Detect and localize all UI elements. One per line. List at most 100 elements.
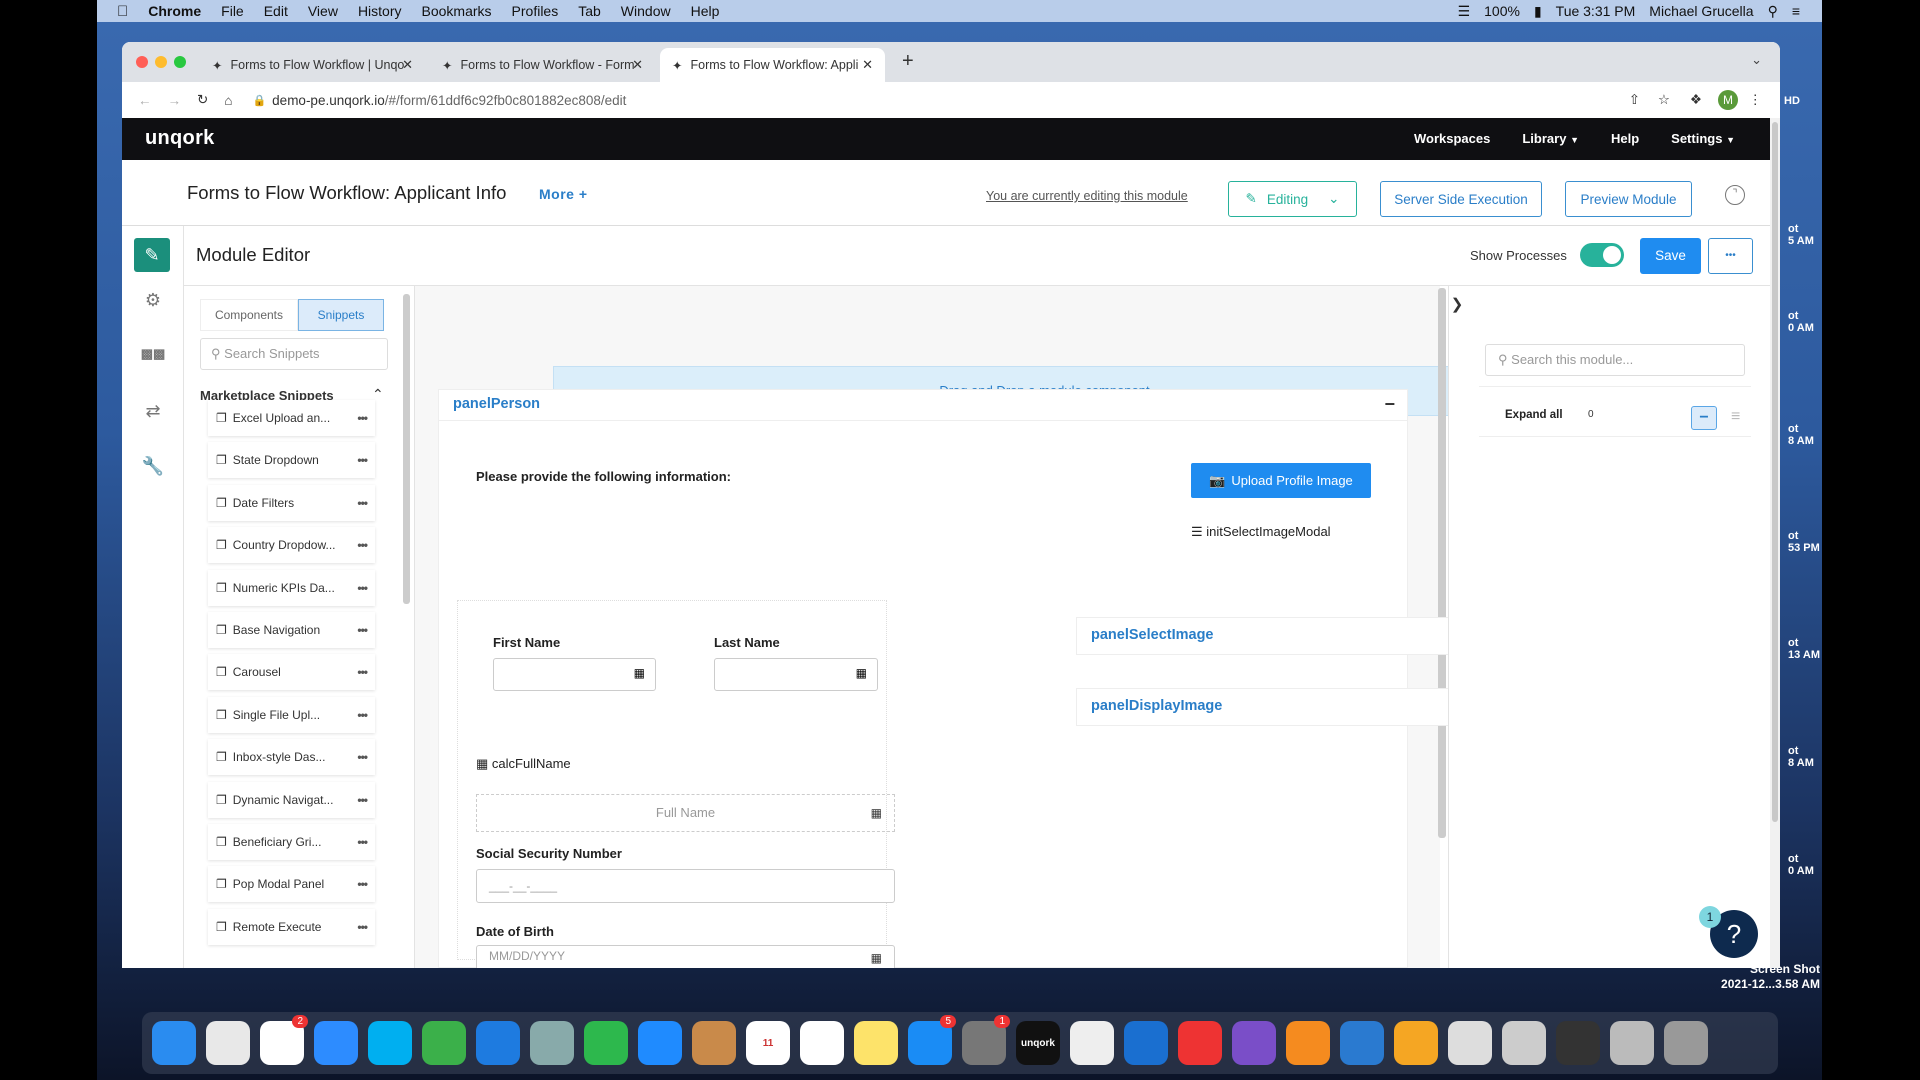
- preview-module-button[interactable]: Preview Module: [1565, 181, 1692, 217]
- panel-person-title[interactable]: panelPerson: [453, 396, 540, 412]
- forward-icon[interactable]: →: [168, 93, 182, 108]
- snippet-more-button[interactable]: •••: [357, 496, 368, 510]
- dock-messages-icon[interactable]: [638, 1021, 682, 1065]
- canvas-scrollbar[interactable]: [1438, 288, 1446, 838]
- dob-input[interactable]: MM/DD/YYYY ▦: [476, 945, 895, 968]
- snippet-more-button[interactable]: •••: [357, 453, 368, 467]
- collapse-panel-icon[interactable]: −: [1384, 394, 1395, 415]
- dock-pages-icon[interactable]: [1394, 1021, 1438, 1065]
- menu-profiles[interactable]: Profiles: [512, 3, 559, 19]
- sort-icon[interactable]: ≡: [1731, 408, 1740, 426]
- menu-history[interactable]: History: [358, 3, 402, 19]
- menu-tab[interactable]: Tab: [578, 3, 601, 19]
- snippet-item[interactable]: ❐ Inbox-style Das... •••: [208, 739, 375, 776]
- close-window-button[interactable]: [136, 56, 148, 68]
- more-options-button[interactable]: •••: [1708, 238, 1753, 274]
- snippet-more-button[interactable]: •••: [357, 581, 368, 595]
- dock-document-icon[interactable]: [1448, 1021, 1492, 1065]
- nav-workspaces[interactable]: Workspaces: [1414, 131, 1490, 146]
- menu-app-name[interactable]: Chrome: [148, 3, 201, 19]
- browser-tab[interactable]: ✦ Forms to Flow Workflow - Form ✕: [430, 48, 655, 82]
- menu-view[interactable]: View: [308, 3, 338, 19]
- tab-components[interactable]: Components: [200, 299, 298, 331]
- dock-unqork-icon[interactable]: unqork: [1016, 1021, 1060, 1065]
- snippet-item[interactable]: ❐ Country Dropdow... •••: [208, 527, 375, 564]
- dock-app-store-icon[interactable]: 5: [908, 1015, 956, 1065]
- dock-chrome-icon[interactable]: [206, 1021, 250, 1065]
- share-icon[interactable]: ⇧: [1629, 92, 1640, 108]
- lock-icon[interactable]: 🔒: [252, 94, 266, 107]
- back-icon[interactable]: ←: [138, 93, 152, 108]
- snippet-more-button[interactable]: •••: [357, 793, 368, 807]
- panel-display-image[interactable]: panelDisplayImage✦≡: [1076, 688, 1492, 726]
- snippets-scrollbar[interactable]: [403, 294, 410, 604]
- expand-all-button[interactable]: Expand all: [1505, 409, 1563, 421]
- show-processes-toggle[interactable]: [1580, 243, 1624, 267]
- dock-skype-icon[interactable]: [368, 1021, 412, 1065]
- snippet-item[interactable]: ❐ Date Filters •••: [208, 484, 375, 521]
- nav-help[interactable]: Help: [1611, 131, 1639, 146]
- menu-bookmarks[interactable]: Bookmarks: [422, 3, 492, 19]
- snippet-item[interactable]: ❐ Single File Upl... •••: [208, 696, 375, 733]
- snippet-item[interactable]: ❐ State Dropdown •••: [208, 442, 375, 479]
- snippet-more-button[interactable]: •••: [357, 750, 368, 764]
- snippet-item[interactable]: ❐ Remote Execute •••: [208, 908, 375, 945]
- wrench-icon[interactable]: 🔧: [140, 456, 166, 478]
- page-scrollbar[interactable]: [1770, 118, 1780, 968]
- dock-preview-icon[interactable]: [530, 1021, 574, 1065]
- dock-screenshot-icon[interactable]: [1502, 1021, 1546, 1065]
- snippet-more-button[interactable]: •••: [357, 877, 368, 891]
- dock-facetime-icon[interactable]: [584, 1021, 628, 1065]
- init-select-image-modal[interactable]: ☰ initSelectImageModal: [1191, 524, 1331, 540]
- full-name-field[interactable]: Full Name ▦: [476, 794, 895, 832]
- dock-slack-icon[interactable]: 2: [260, 1015, 308, 1065]
- control-center-icon[interactable]: ≡: [1792, 3, 1800, 19]
- dock-notes-icon[interactable]: [854, 1021, 898, 1065]
- wifi-icon[interactable]: ☰: [1458, 3, 1471, 20]
- snippet-more-button[interactable]: •••: [357, 623, 368, 637]
- dock-keynote-icon[interactable]: [1340, 1021, 1384, 1065]
- dock-visual-studio-icon[interactable]: [1232, 1021, 1276, 1065]
- more-button[interactable]: More +: [539, 186, 588, 202]
- dock-trash-icon[interactable]: [1664, 1021, 1708, 1065]
- profile-avatar[interactable]: M: [1718, 90, 1738, 110]
- dock-safari-alt-icon[interactable]: [422, 1021, 466, 1065]
- menu-file[interactable]: File: [221, 3, 244, 19]
- close-tab-icon[interactable]: ✕: [402, 57, 413, 73]
- dock-creative-cloud-icon[interactable]: [1178, 1021, 1222, 1065]
- unqork-logo[interactable]: unqork: [145, 127, 215, 150]
- zoom-window-button[interactable]: [174, 56, 186, 68]
- snippet-more-button[interactable]: •••: [357, 538, 368, 552]
- browser-tab-active[interactable]: ✦ Forms to Flow Workflow: Appli ✕: [660, 48, 885, 82]
- dock-zoom-icon[interactable]: [314, 1021, 358, 1065]
- snippet-item[interactable]: ❐ Excel Upload an... •••: [208, 400, 375, 436]
- dock-window-icon[interactable]: [1610, 1021, 1654, 1065]
- panel-select-image[interactable]: panelSelectImage≡✦: [1076, 617, 1492, 655]
- snippet-item[interactable]: ❐ Pop Modal Panel •••: [208, 866, 375, 903]
- snippet-more-button[interactable]: •••: [357, 920, 368, 934]
- menu-window[interactable]: Window: [621, 3, 671, 19]
- spotlight-icon[interactable]: ⚲: [1768, 3, 1778, 20]
- dock-terminal-icon[interactable]: [1556, 1021, 1600, 1065]
- snippet-item[interactable]: ❐ Numeric KPIs Da... •••: [208, 569, 375, 606]
- snippet-item[interactable]: ❐ Beneficiary Gri... •••: [208, 824, 375, 860]
- home-icon[interactable]: ⌂: [224, 93, 232, 108]
- search-module-input[interactable]: ⚲ Search this module...: [1485, 344, 1745, 376]
- battery-icon[interactable]: ▮: [1534, 3, 1542, 20]
- menu-help[interactable]: Help: [691, 3, 720, 19]
- dock-sketch-icon[interactable]: [1286, 1021, 1330, 1065]
- snippet-more-button[interactable]: •••: [357, 411, 368, 425]
- snippet-more-button[interactable]: •••: [357, 665, 368, 679]
- history-clock-icon[interactable]: ⌝: [1725, 185, 1745, 205]
- url-field[interactable]: demo-pe.unqork.io/#/form/61ddf6c92fb0c80…: [272, 93, 626, 108]
- menu-edit[interactable]: Edit: [264, 3, 288, 19]
- extensions-icon[interactable]: ❖: [1690, 92, 1702, 108]
- snippet-item[interactable]: ❐ Dynamic Navigat... •••: [208, 781, 375, 818]
- dock-reminders-icon[interactable]: [800, 1021, 844, 1065]
- save-button[interactable]: Save: [1640, 238, 1701, 274]
- editing-notice-link[interactable]: You are currently editing this module: [986, 189, 1188, 203]
- dock-calendar-icon[interactable]: 11: [746, 1021, 790, 1065]
- battery-percent[interactable]: 100%: [1484, 3, 1520, 19]
- new-tab-button[interactable]: +: [902, 50, 914, 73]
- calc-full-name[interactable]: ▦ calcFullName: [476, 756, 571, 772]
